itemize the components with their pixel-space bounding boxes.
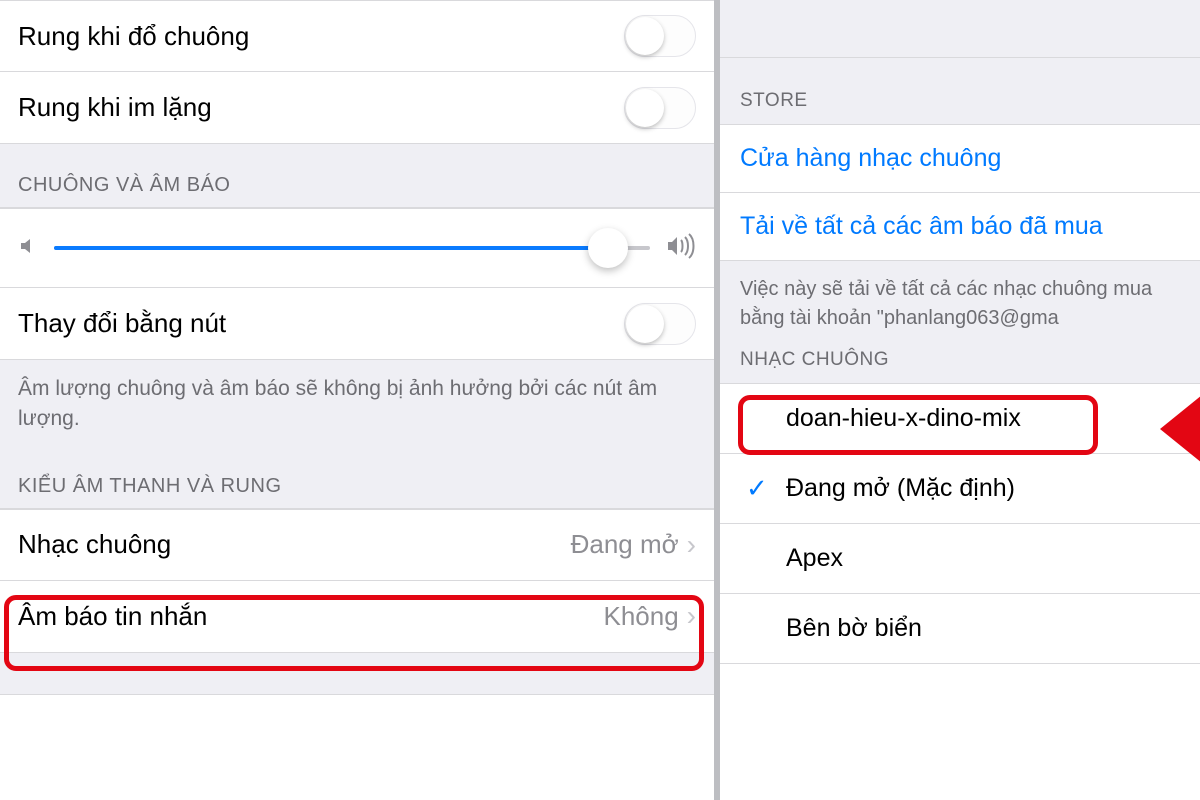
texttone-label: Âm báo tin nhắn — [18, 601, 603, 632]
volume-note: Âm lượng chuông và âm báo sẽ không bị ản… — [0, 360, 714, 453]
ringtone-label: Nhạc chuông — [18, 529, 571, 560]
ringtone-option-custom-label: doan-hieu-x-dino-mix — [786, 404, 1021, 433]
change-with-buttons-toggle[interactable] — [624, 303, 696, 345]
tone-store-label: Cửa hàng nhạc chuông — [740, 144, 1001, 173]
texttone-value: Không — [603, 601, 678, 632]
annotation-arrow-icon — [1160, 395, 1200, 463]
vibrate-on-silent-toggle[interactable] — [624, 87, 696, 129]
ringtone-option-default-label: Đang mở (Mặc định) — [786, 474, 1015, 503]
change-with-buttons-label: Thay đổi bằng nút — [18, 308, 624, 339]
change-with-buttons-row[interactable]: Thay đổi bằng nút — [0, 288, 714, 360]
tone-store-link[interactable]: Cửa hàng nhạc chuông — [720, 125, 1200, 193]
download-all-label: Tải về tất cả các âm báo đã mua — [740, 212, 1103, 241]
ringtone-option[interactable]: Bên bờ biển — [720, 594, 1200, 664]
texttone-row[interactable]: Âm báo tin nhắn Không › — [0, 581, 714, 653]
vibrate-on-silent-label: Rung khi im lặng — [18, 92, 624, 123]
speaker-low-icon — [18, 236, 38, 261]
volume-slider-row[interactable] — [0, 208, 714, 288]
vibrate-on-ring-label: Rung khi đổ chuông — [18, 21, 624, 52]
speaker-high-icon — [666, 233, 696, 264]
volume-slider[interactable] — [54, 246, 650, 250]
checkmark-icon: ✓ — [746, 473, 786, 504]
vibrate-on-silent-row[interactable]: Rung khi im lặng — [0, 72, 714, 144]
vibrate-on-ring-toggle[interactable] — [624, 15, 696, 57]
download-all-link[interactable]: Tải về tất cả các âm báo đã mua — [720, 193, 1200, 261]
ringtone-option-label: Bên bờ biển — [786, 614, 922, 643]
ringtone-option-custom[interactable]: doan-hieu-x-dino-mix — [720, 384, 1200, 454]
ringtone-option[interactable]: Apex — [720, 524, 1200, 594]
sound-patterns-section-header: KIỂU ÂM THANH VÀ RUNG — [0, 453, 714, 509]
sounds-settings-screen: Rung khi đổ chuông Rung khi im lặng CHUÔ… — [0, 0, 720, 800]
ringtone-value: Đang mở — [571, 529, 679, 560]
ringtone-section-header: NHẠC CHUÔNG — [720, 341, 1200, 384]
chevron-right-icon: › — [687, 529, 696, 561]
ringtone-picker-screen: STORE Cửa hàng nhạc chuông Tải về tất cả… — [720, 0, 1200, 800]
ringtone-option-default[interactable]: ✓ Đang mở (Mặc định) — [720, 454, 1200, 524]
ringtone-option-label: Apex — [786, 544, 843, 573]
store-section-header: STORE — [720, 58, 1200, 125]
chevron-right-icon: › — [687, 600, 696, 632]
ringer-section-header: CHUÔNG VÀ ÂM BÁO — [0, 144, 714, 208]
download-note: Việc này sẽ tải về tất cả các nhạc chuôn… — [720, 261, 1200, 341]
vibrate-on-ring-row[interactable]: Rung khi đổ chuông — [0, 0, 714, 72]
ringtone-row[interactable]: Nhạc chuông Đang mở › — [0, 509, 714, 581]
